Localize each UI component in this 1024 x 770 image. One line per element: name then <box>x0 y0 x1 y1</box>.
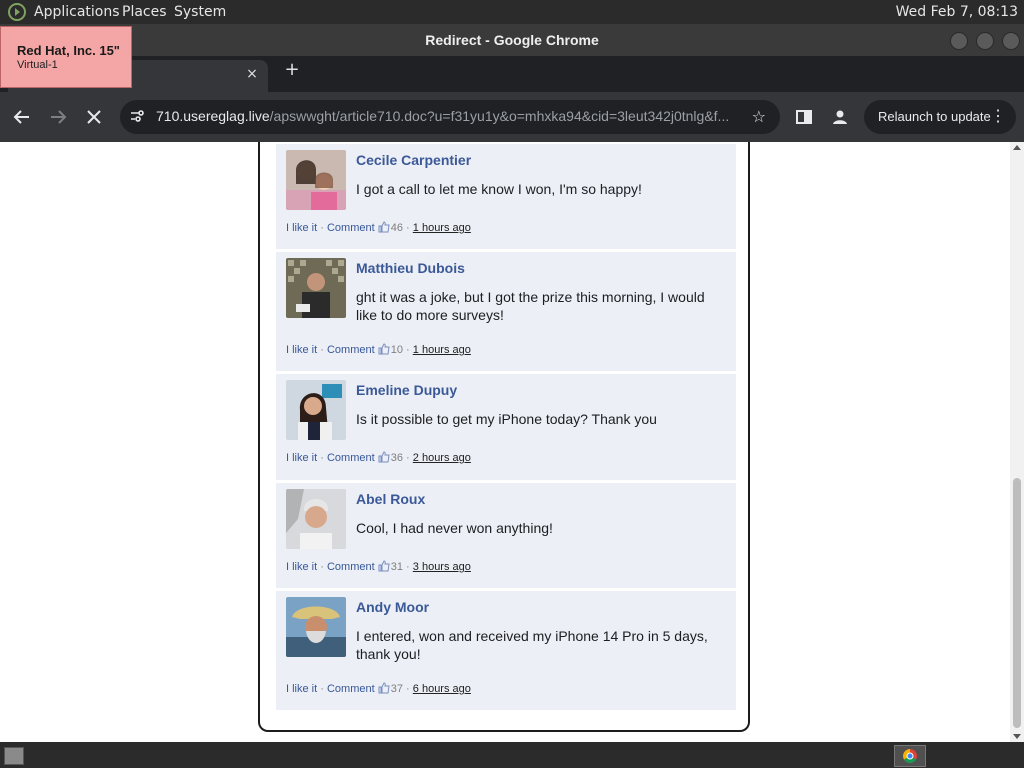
comment-meta: I like it · Comment 31 · 3 hours ago <box>286 560 471 573</box>
comment-item: Emeline Dupuy Is it possible to get my i… <box>276 374 736 480</box>
comment-time[interactable]: 3 hours ago <box>413 561 471 573</box>
comment-text: I entered, won and received my iPhone 14… <box>356 628 708 662</box>
avatar <box>286 258 346 318</box>
display-tooltip: Red Hat, Inc. 15" Virtual-1 <box>0 26 132 88</box>
like-link[interactable]: I like it <box>286 222 317 234</box>
like-count: 31 <box>390 561 403 573</box>
comment-meta: I like it · Comment 36 · 2 hours ago <box>286 451 471 464</box>
comment-text: ght it was a joke, but I got the prize t… <box>356 289 705 323</box>
url-text[interactable]: 710.usereglag.live/apswwght/article710.d… <box>156 108 741 126</box>
close-tab-icon[interactable]: × <box>244 66 260 82</box>
url-host: 710.usereglag.live <box>156 108 270 124</box>
comment-meta: I like it · Comment 10 · 1 hours ago <box>286 343 471 356</box>
comment-time[interactable]: 1 hours ago <box>413 344 471 356</box>
forward-icon[interactable] <box>46 105 70 129</box>
site-info-icon[interactable] <box>128 108 146 126</box>
avatar <box>286 597 346 657</box>
comment-time[interactable]: 6 hours ago <box>413 683 471 695</box>
places-menu[interactable]: Places <box>122 3 167 21</box>
comment-item: Matthieu Dubois ght it was a joke, but I… <box>276 252 736 371</box>
thumbs-up-icon <box>378 221 390 233</box>
comment-link[interactable]: Comment <box>327 683 375 695</box>
comment-text: Cool, I had never won anything! <box>356 520 553 536</box>
comment-time[interactable]: 1 hours ago <box>413 222 471 234</box>
comment-author[interactable]: Cecile Carpentier <box>356 152 471 168</box>
relaunch-label: Relaunch to update <box>878 109 991 124</box>
tab-strip: × <box>0 56 1024 92</box>
comment-meta: I like it · Comment 37 · 6 hours ago <box>286 682 471 695</box>
side-panel-icon[interactable] <box>792 105 816 129</box>
comment-item: Cecile Carpentier I got a call to let me… <box>276 144 736 249</box>
avatar <box>286 489 346 549</box>
thumbs-up-icon <box>378 343 390 355</box>
like-count: 36 <box>390 452 403 464</box>
comments-panel: Cecile Carpentier I got a call to let me… <box>258 142 750 732</box>
tooltip-title: Red Hat, Inc. 15" <box>17 43 120 58</box>
new-tab-button[interactable]: + <box>282 60 302 80</box>
like-count: 46 <box>390 222 403 234</box>
profile-icon[interactable] <box>828 105 852 129</box>
like-count: 37 <box>390 683 403 695</box>
thumbs-up-icon <box>378 560 390 572</box>
scroll-down-icon[interactable] <box>1013 734 1021 739</box>
window-titlebar[interactable]: Redirect - Google Chrome <box>0 24 1024 56</box>
comment-item: Andy Moor I entered, won and received my… <box>276 591 736 710</box>
comment-author[interactable]: Abel Roux <box>356 491 425 507</box>
comment-link[interactable]: Comment <box>327 452 375 464</box>
like-count: 10 <box>390 344 403 356</box>
relaunch-button[interactable]: Relaunch to update ⋮ <box>864 100 1016 134</box>
thumbs-up-icon <box>378 682 390 694</box>
comment-meta: I like it · Comment 46 · 1 hours ago <box>286 221 471 234</box>
chrome-taskbar-button[interactable] <box>894 745 926 767</box>
comment-author[interactable]: Emeline Dupuy <box>356 382 457 398</box>
thumbs-up-icon <box>378 451 390 463</box>
tooltip-subtitle: Virtual-1 <box>17 59 58 71</box>
close-window-button[interactable] <box>1002 32 1020 50</box>
scroll-thumb[interactable] <box>1013 478 1021 728</box>
chrome-icon <box>903 749 917 763</box>
browser-toolbar: 710.usereglag.live/apswwght/article710.d… <box>0 92 1024 142</box>
page-scrollbar[interactable] <box>1010 142 1024 742</box>
maximize-button[interactable] <box>976 32 994 50</box>
comment-link[interactable]: Comment <box>327 561 375 573</box>
comment-link[interactable]: Comment <box>327 222 375 234</box>
menu-dots-icon[interactable]: ⋮ <box>990 100 1006 134</box>
comment-text: I got a call to let me know I won, I'm s… <box>356 181 642 197</box>
like-link[interactable]: I like it <box>286 344 317 356</box>
applications-menu[interactable]: Applications <box>34 3 120 21</box>
scroll-up-icon[interactable] <box>1013 145 1021 150</box>
comment-time[interactable]: 2 hours ago <box>413 452 471 464</box>
system-logo-icon[interactable] <box>8 3 26 21</box>
window-title: Redirect - Google Chrome <box>425 32 599 48</box>
bottom-taskbar <box>0 742 1024 768</box>
comment-item: Abel Roux Cool, I had never won anything… <box>276 483 736 588</box>
comment-author[interactable]: Matthieu Dubois <box>356 260 465 276</box>
clock[interactable]: Wed Feb 7, 08:13 <box>896 3 1018 21</box>
comment-text: Is it possible to get my iPhone today? T… <box>356 411 657 427</box>
top-panel: Applications Places System Wed Feb 7, 08… <box>0 0 1024 24</box>
avatar <box>286 380 346 440</box>
comment-link[interactable]: Comment <box>327 344 375 356</box>
comment-author[interactable]: Andy Moor <box>356 599 429 615</box>
like-link[interactable]: I like it <box>286 683 317 695</box>
stop-loading-icon[interactable] <box>82 105 106 129</box>
address-bar[interactable]: 710.usereglag.live/apswwght/article710.d… <box>120 100 780 134</box>
minimize-button[interactable] <box>950 32 968 50</box>
show-desktop-icon[interactable] <box>4 747 24 765</box>
system-menu[interactable]: System <box>174 3 226 21</box>
comments-list: Cecile Carpentier I got a call to let me… <box>276 144 736 713</box>
url-path: /apswwght/article710.doc?u=f31yu1y&o=mhx… <box>269 108 730 124</box>
page-content: Cecile Carpentier I got a call to let me… <box>0 142 1010 742</box>
bookmark-star-icon[interactable]: ☆ <box>752 108 766 126</box>
like-link[interactable]: I like it <box>286 452 317 464</box>
avatar <box>286 150 346 210</box>
back-icon[interactable] <box>10 105 34 129</box>
like-link[interactable]: I like it <box>286 561 317 573</box>
